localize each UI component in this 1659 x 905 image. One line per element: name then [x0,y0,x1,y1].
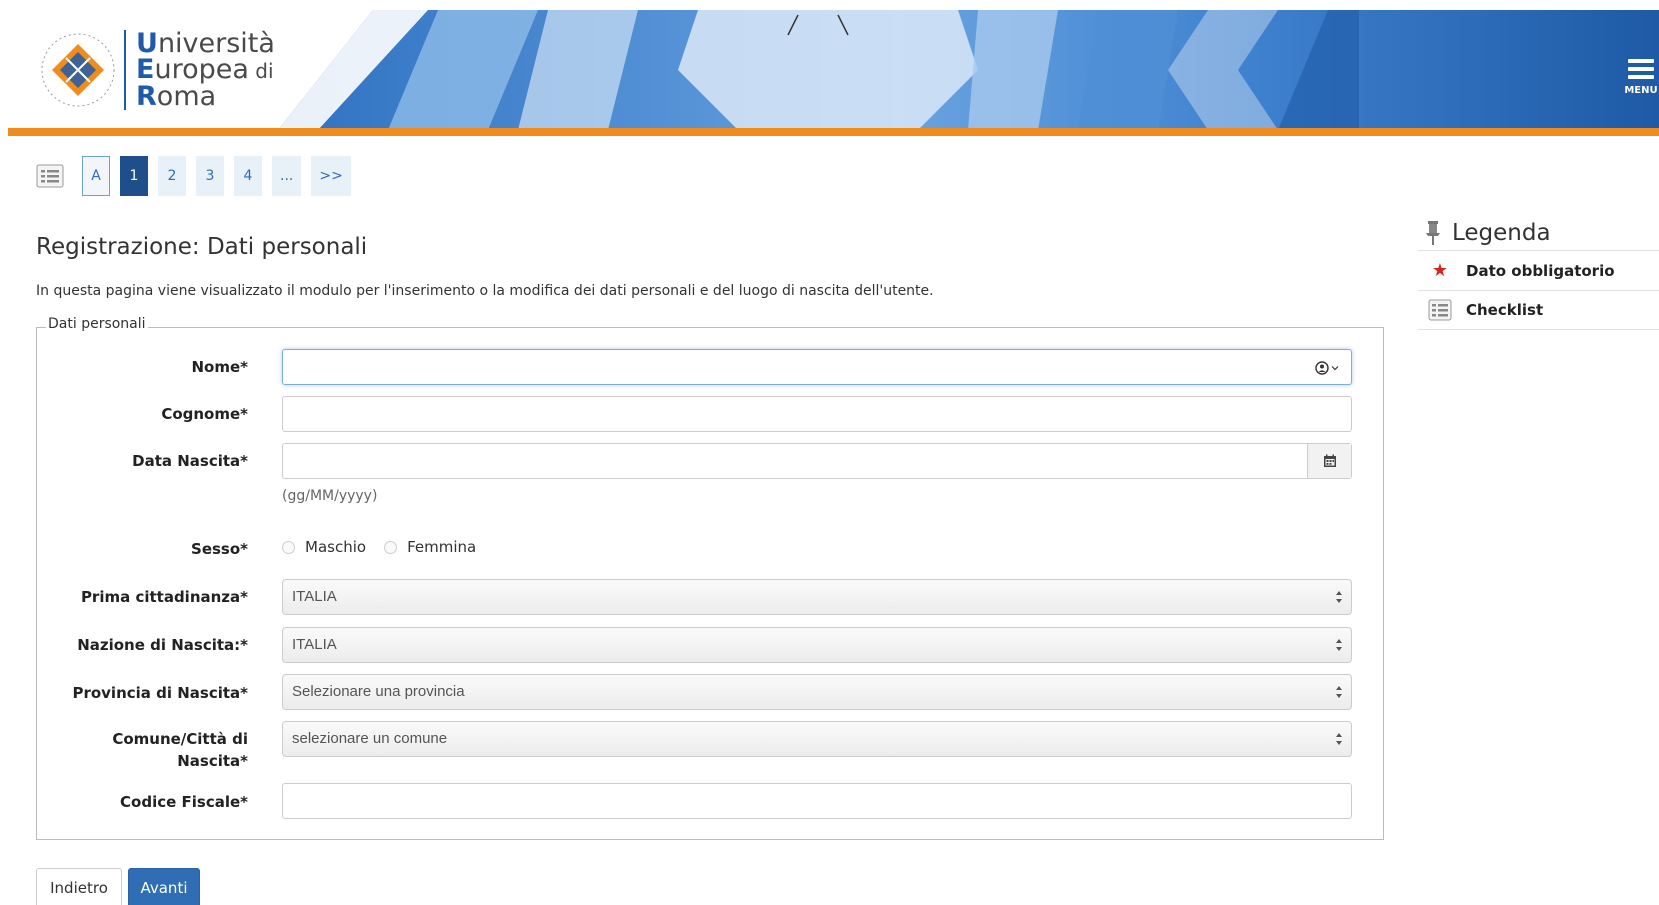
select-arrows-icon [1336,639,1342,651]
comune-label: Comune/Città di Nascita* [112,730,248,770]
step-pager: A 1 2 3 4 ... >> [36,156,351,196]
pushpin-icon [1426,221,1440,245]
logo-text: Università Europea di Roma [136,27,275,112]
pager-step-a[interactable]: A [82,156,110,196]
sesso-radio-group: Maschio Femmina [282,538,494,556]
provincia-selected-value: Selezionare una provincia [292,683,465,700]
comune-select[interactable]: selezionare un comune [282,721,1352,757]
nazione-select[interactable]: ITALIA [282,627,1352,663]
femmina-radio[interactable] [384,540,398,554]
select-arrows-icon [1336,733,1342,745]
select-arrows-icon [1336,686,1342,698]
hamburger-icon [1628,55,1654,83]
back-button[interactable]: Indietro [36,868,122,905]
legenda-title: Legenda [1418,216,1659,250]
page-description: In questa pagina viene visualizzato il m… [36,283,934,299]
cittadinanza-label: Prima cittadinanza* [80,588,248,606]
cittadinanza-selected-value: ITALIA [292,588,337,605]
legenda-panel: Legenda ★ Dato obbligatorio Checklist [1418,216,1659,330]
next-button[interactable]: Avanti [128,868,200,905]
nazione-label: Nazione di Nascita:* [77,636,248,654]
sesso-label: Sesso* [191,540,248,558]
pager-ellipsis[interactable]: ... [272,156,302,196]
pager-step-1[interactable]: 1 [120,156,148,196]
cognome-input[interactable] [282,396,1352,432]
cognome-label: Cognome* [161,405,248,423]
page-title: Registrazione: Dati personali [36,234,368,260]
legenda-item-required: ★ Dato obbligatorio [1418,250,1659,290]
pager-step-4[interactable]: 4 [234,156,262,196]
checklist-icon [1428,299,1452,321]
sesso-femmina-option[interactable]: Femmina [384,538,476,556]
nazione-selected-value: ITALIA [292,636,337,653]
pager-step-2[interactable]: 2 [158,156,186,196]
list-icon[interactable] [36,164,64,188]
legenda-item-checklist: Checklist [1418,290,1659,330]
pager-step-3[interactable]: 3 [196,156,224,196]
date-format-hint: (gg/MM/yyyy) [282,488,378,504]
select-arrows-icon [1336,591,1342,603]
maschio-label: Maschio [305,538,367,556]
cittadinanza-select[interactable]: ITALIA [282,579,1352,615]
maschio-radio[interactable] [282,540,295,554]
header: Università Europea di Roma MENU [8,10,1659,130]
data-nascita-input[interactable] [282,443,1352,479]
codice-fiscale-label: Codice Fiscale* [120,793,248,811]
femmina-label: Femmina [407,538,477,556]
header-banner-image [278,10,1659,130]
data-nascita-label: Data Nascita* [132,452,248,470]
nome-input[interactable] [282,349,1352,385]
comune-selected-value: selezionare un comune [292,730,448,747]
provincia-select[interactable]: Selezionare una provincia [282,674,1352,710]
logo-divider [124,30,126,110]
codice-fiscale-input[interactable] [282,783,1352,819]
menu-button[interactable]: MENU [1623,20,1659,130]
nome-label: Nome* [191,358,248,376]
fieldset-legend: Dati personali [46,316,148,332]
logo-emblem-icon [41,33,115,107]
star-icon: ★ [1431,260,1449,281]
autofill-contact-icon[interactable] [1315,358,1343,378]
pager-next[interactable]: >> [311,156,351,196]
calendar-icon [1323,454,1336,467]
university-logo[interactable]: Università Europea di Roma [38,20,275,120]
menu-label: MENU [1624,84,1658,96]
header-accent-bar [8,128,1659,136]
provincia-label: Provincia di Nascita* [72,684,248,702]
sesso-maschio-option[interactable]: Maschio [282,538,366,556]
calendar-button[interactable] [1307,444,1351,478]
